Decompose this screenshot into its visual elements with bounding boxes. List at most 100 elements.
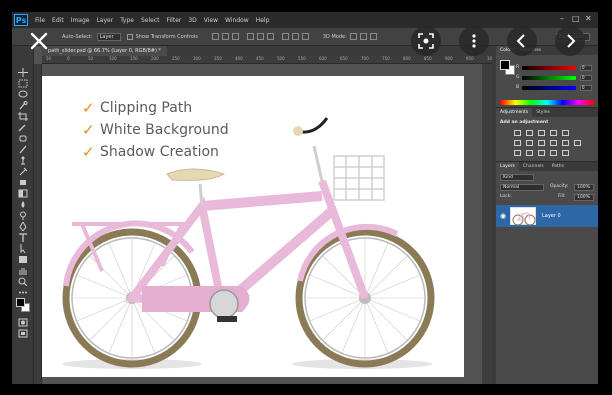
ruler-tick-label: 400 <box>235 56 243 61</box>
align-bottom-icon[interactable] <box>231 33 239 40</box>
more-tools-icon[interactable] <box>18 288 28 297</box>
path-selection-tool-icon[interactable] <box>18 244 28 253</box>
tab-styles[interactable]: Styles <box>532 108 554 117</box>
tab-paths[interactable]: Paths <box>548 162 568 171</box>
lasso-tool-icon[interactable] <box>18 90 28 99</box>
distribute-bottom-icon[interactable] <box>301 33 309 40</box>
menu-edit[interactable]: Edit <box>52 17 64 24</box>
levels-icon[interactable] <box>526 130 533 136</box>
menu-window[interactable]: Window <box>225 17 249 24</box>
menu-image[interactable]: Image <box>71 17 90 24</box>
quick-mask-icon[interactable] <box>18 318 28 327</box>
menu-file[interactable]: File <box>35 17 45 24</box>
blur-tool-icon[interactable] <box>18 200 28 209</box>
move-tool-icon[interactable] <box>18 68 28 77</box>
gradient-tool-icon[interactable] <box>18 189 28 198</box>
fill-field[interactable]: 100% <box>574 194 594 201</box>
pen-tool-icon[interactable] <box>18 222 28 231</box>
screen-mode-icon[interactable] <box>18 329 28 338</box>
align-middle-icon[interactable] <box>221 33 229 40</box>
brightness-icon[interactable] <box>514 130 521 136</box>
history-brush-tool-icon[interactable] <box>18 167 28 176</box>
color-spectrum[interactable] <box>500 100 594 105</box>
eyedropper-tool-icon[interactable] <box>18 123 28 132</box>
window-close-button[interactable]: ✕ <box>585 14 592 23</box>
healing-brush-tool-icon[interactable] <box>18 134 28 143</box>
transform-checkbox[interactable] <box>126 33 133 40</box>
dodge-tool-icon[interactable] <box>18 211 28 220</box>
tab-channels[interactable]: Channels <box>519 162 548 171</box>
scan-icon[interactable] <box>411 26 441 56</box>
eraser-tool-icon[interactable] <box>18 178 28 187</box>
crop-tool-icon[interactable] <box>18 112 28 121</box>
blue-value[interactable]: 0 <box>580 85 592 91</box>
align-left-icon[interactable] <box>246 33 254 40</box>
curves-icon[interactable] <box>538 130 545 136</box>
hue-saturation-icon[interactable] <box>514 140 521 146</box>
clone-stamp-tool-icon[interactable] <box>18 156 28 165</box>
invert-icon[interactable] <box>514 150 521 156</box>
opacity-field[interactable]: 100% <box>574 184 594 191</box>
type-tool-icon[interactable] <box>18 233 28 242</box>
menu-view[interactable]: View <box>204 17 218 24</box>
tab-layers[interactable]: Layers <box>496 162 519 171</box>
visibility-eye-icon[interactable]: ◉ <box>500 212 506 220</box>
ruler-tick-label: 850 <box>424 56 432 61</box>
gradient-map-icon[interactable] <box>550 150 557 156</box>
blend-mode-dropdown[interactable]: Normal <box>500 184 544 191</box>
layer-row[interactable]: ◉ Layer 0 <box>496 205 598 227</box>
document-tab[interactable]: path_slider.psd @ 66.7% (Layer 0, RGB/8#… <box>42 46 168 56</box>
more-vertical-icon[interactable] <box>459 26 489 56</box>
align-top-icon[interactable] <box>211 33 219 40</box>
rotate-3d-icon[interactable] <box>349 33 357 40</box>
red-slider[interactable] <box>522 66 576 70</box>
photo-filter-icon[interactable] <box>550 140 557 146</box>
green-value[interactable]: 0 <box>580 75 592 81</box>
roll-3d-icon[interactable] <box>359 33 367 40</box>
foreground-color-swatch[interactable] <box>16 298 25 307</box>
posterize-icon[interactable] <box>526 150 533 156</box>
marquee-tool-icon[interactable] <box>18 79 28 88</box>
ruler-tick-label: 800 <box>403 56 411 61</box>
tab-adjustments[interactable]: Adjustments <box>496 108 533 117</box>
pan-3d-icon[interactable] <box>369 33 377 40</box>
auto-select-dropdown[interactable]: Layer <box>96 32 121 41</box>
maximize-button[interactable]: □ <box>572 14 580 23</box>
brush-tool-icon[interactable] <box>18 145 28 154</box>
blue-slider[interactable] <box>522 86 576 90</box>
color-lookup-icon[interactable] <box>574 140 581 146</box>
distribute-top-icon[interactable] <box>281 33 289 40</box>
panel-foreground-swatch[interactable] <box>500 60 510 70</box>
threshold-icon[interactable] <box>538 150 545 156</box>
black-white-icon[interactable] <box>538 140 545 146</box>
exposure-icon[interactable] <box>550 130 557 136</box>
menu-layer[interactable]: Layer <box>96 17 113 24</box>
minimize-button[interactable]: – <box>560 14 564 23</box>
menu-filter[interactable]: Filter <box>167 17 182 24</box>
channel-mixer-icon[interactable] <box>562 140 569 146</box>
hand-tool-icon[interactable] <box>18 266 28 275</box>
document-canvas[interactable]: ✓ Clipping Path ✓ White Background ✓ Sha… <box>42 76 464 377</box>
red-value[interactable]: 0 <box>580 65 592 71</box>
menu-help[interactable]: Help <box>256 17 270 24</box>
align-center-icon[interactable] <box>256 33 264 40</box>
foreground-background-colors[interactable] <box>16 298 30 312</box>
selective-color-icon[interactable] <box>562 150 569 156</box>
color-balance-icon[interactable] <box>526 140 533 146</box>
quick-select-tool-icon[interactable] <box>18 101 28 110</box>
chevron-left-icon[interactable] <box>507 26 537 56</box>
align-right-icon[interactable] <box>266 33 274 40</box>
green-slider[interactable] <box>522 76 576 80</box>
close-icon[interactable] <box>24 26 54 56</box>
vertical-scrollbar[interactable] <box>482 64 492 384</box>
distribute-middle-icon[interactable] <box>291 33 299 40</box>
layer-filter-dropdown[interactable]: Kind <box>500 174 534 181</box>
vibrance-icon[interactable] <box>562 130 569 136</box>
chevron-right-icon[interactable] <box>555 26 585 56</box>
menu-select[interactable]: Select <box>141 17 160 24</box>
menu-type[interactable]: Type <box>120 17 134 24</box>
rectangle-tool-icon[interactable] <box>18 255 28 264</box>
zoom-tool-icon[interactable] <box>18 277 28 286</box>
menu-3d[interactable]: 3D <box>188 17 196 24</box>
layer-name[interactable]: Layer 0 <box>542 213 561 219</box>
